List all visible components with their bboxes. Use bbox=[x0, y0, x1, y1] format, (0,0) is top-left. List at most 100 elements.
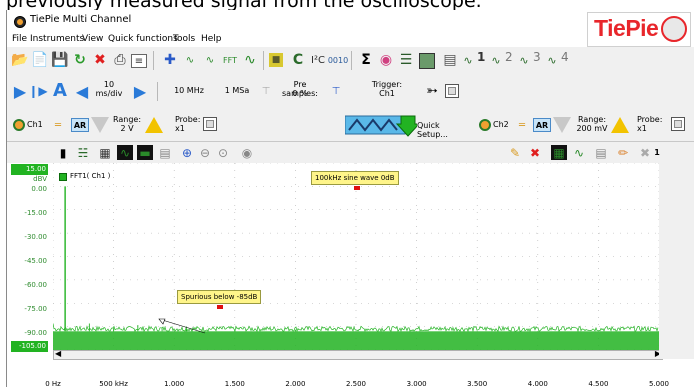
display-mode-3-icon[interactable]: ▤ bbox=[157, 145, 173, 160]
play-icon[interactable]: ▶ bbox=[11, 82, 29, 101]
ch1-autorange-button[interactable]: AR bbox=[71, 118, 89, 132]
display4-icon[interactable]: ∿ bbox=[515, 51, 533, 69]
noise-floor-line bbox=[53, 323, 659, 333]
graph-count: 1 bbox=[654, 148, 660, 157]
quick-setup-button[interactable]: Quick Setup... bbox=[345, 112, 465, 139]
refresh-icon[interactable]: ↻ bbox=[71, 51, 89, 69]
ch2-probe-value[interactable]: x1 bbox=[637, 124, 665, 133]
save-icon[interactable]: 💾 bbox=[51, 51, 69, 69]
horizontal-scrollbar[interactable]: ◀ ▶ bbox=[53, 349, 663, 360]
ch1-probe-value[interactable]: x1 bbox=[175, 124, 203, 133]
x-label-9: 4.500 MHz bbox=[588, 380, 609, 387]
i2c-icon[interactable]: I²C bbox=[309, 51, 327, 69]
ch2-range-down-icon[interactable] bbox=[553, 117, 571, 133]
comment-icon[interactable]: ✎ bbox=[507, 145, 523, 160]
y-label-3: -45.00 bbox=[24, 257, 47, 265]
display-mode-1-icon[interactable]: ∿ bbox=[117, 145, 133, 160]
menu-quick-functions[interactable]: Quick functions bbox=[108, 34, 178, 44]
ch2-coupling-icon[interactable]: ═ bbox=[513, 116, 531, 134]
ch2-settings-icon[interactable] bbox=[671, 117, 685, 131]
spur-pointer-arrow-icon bbox=[158, 318, 166, 325]
delete-comment-icon[interactable]: ✖ bbox=[527, 145, 543, 160]
display3-icon[interactable]: ∿ bbox=[487, 51, 505, 69]
menu-instruments[interactable]: Instruments bbox=[30, 34, 84, 44]
grid-icon[interactable] bbox=[419, 53, 435, 69]
annotation-spurious[interactable]: Spurious below -85dB bbox=[177, 290, 262, 304]
display1-icon[interactable]: ▤ bbox=[441, 51, 459, 69]
ch1-range-down-icon[interactable] bbox=[91, 117, 109, 133]
fft-icon[interactable]: FFT bbox=[221, 51, 239, 69]
properties-icon[interactable]: ≡ bbox=[131, 54, 147, 68]
zoom-in-icon[interactable]: ⊕ bbox=[179, 145, 195, 160]
trigger-source[interactable]: Ch1 bbox=[367, 89, 407, 98]
open-folder-icon[interactable]: 📂 bbox=[11, 51, 29, 69]
view-eye-icon[interactable]: ◉ bbox=[239, 145, 255, 160]
calc-icon[interactable]: ■ bbox=[269, 53, 283, 67]
y-unit: dBV bbox=[33, 175, 47, 183]
print-icon[interactable]: ⎙ bbox=[111, 51, 129, 69]
pre-samples-value[interactable]: 0 % bbox=[275, 89, 325, 98]
ch1-range-value[interactable]: 2 V bbox=[111, 124, 143, 133]
meter-icon[interactable]: ∿ bbox=[241, 51, 259, 69]
timebase-increase-icon[interactable]: ▶ bbox=[131, 82, 149, 101]
ch2-autorange-button[interactable]: AR bbox=[533, 118, 551, 132]
grid-view-icon[interactable]: ▦ bbox=[97, 145, 113, 160]
trigger-settings-icon[interactable] bbox=[445, 84, 459, 98]
y-t-icon[interactable]: ∿ bbox=[181, 51, 199, 69]
display2-icon[interactable]: ∿ bbox=[459, 51, 477, 69]
ch1-indicator-icon[interactable] bbox=[13, 119, 25, 131]
screen-icon[interactable]: ▦ bbox=[551, 145, 567, 160]
serial-icon[interactable]: 0010 bbox=[328, 51, 348, 69]
menu-file[interactable]: File bbox=[12, 34, 27, 44]
display-number-3: 3 bbox=[533, 50, 541, 64]
close-graph-icon[interactable]: ✖ bbox=[637, 145, 653, 160]
ch2-range-value[interactable]: 200 mV bbox=[573, 124, 611, 133]
open-file-icon[interactable]: 📄 bbox=[31, 51, 49, 69]
zoom-fit-icon[interactable]: ⊙ bbox=[215, 145, 231, 160]
ch1-probe-label: Probe: bbox=[175, 115, 201, 124]
ch1-range-up-icon[interactable] bbox=[145, 117, 163, 133]
pre-samples-icon[interactable]: ⊤ bbox=[327, 82, 345, 100]
step-icon[interactable]: ❙▶ bbox=[28, 82, 47, 100]
annotation-spurious-marker bbox=[217, 305, 223, 309]
bars-icon[interactable]: ▮ bbox=[55, 145, 71, 160]
colors-icon[interactable]: ◉ bbox=[377, 51, 395, 69]
menu-help[interactable]: Help bbox=[201, 34, 222, 44]
y-bottom-value[interactable]: -105.00 bbox=[11, 341, 48, 352]
delete-icon[interactable]: ✖ bbox=[91, 51, 109, 69]
ch2-indicator-icon[interactable] bbox=[479, 119, 491, 131]
pencil-icon[interactable]: ✏ bbox=[615, 145, 631, 160]
spectrum-plot[interactable] bbox=[53, 163, 659, 350]
timebase-decrease-icon[interactable]: ◀ bbox=[73, 82, 91, 101]
trigger-edge-icon[interactable]: ➳ bbox=[423, 82, 441, 100]
ch1-coupling-icon[interactable]: ═ bbox=[49, 116, 67, 134]
display5-icon[interactable]: ∿ bbox=[543, 51, 561, 69]
x-label-8: 4.000 MHz bbox=[527, 380, 548, 387]
xy-icon[interactable]: ∿ bbox=[201, 51, 219, 69]
scroll-left-icon[interactable]: ◀ bbox=[55, 349, 61, 358]
logo-circle-icon bbox=[661, 16, 687, 42]
menu-view[interactable]: View bbox=[82, 34, 103, 44]
record-length[interactable]: 1 MSa bbox=[219, 86, 255, 95]
menu-tools[interactable]: Tools bbox=[173, 34, 195, 44]
y-label-0: 0.00 bbox=[31, 185, 47, 193]
auto-icon[interactable]: A bbox=[51, 80, 69, 101]
add-channel-icon[interactable]: ✚ bbox=[161, 51, 179, 69]
cursor-icon[interactable]: ☵ bbox=[75, 145, 91, 160]
ch2-range-up-icon[interactable] bbox=[611, 117, 629, 133]
measure-icon[interactable]: ∿ bbox=[571, 145, 587, 160]
x-label-1: 500 kHz bbox=[99, 380, 128, 387]
annotation-main[interactable]: 100kHz sine wave 0dB bbox=[311, 171, 399, 185]
x-label-10: 5.000 MHz bbox=[648, 380, 670, 387]
zoom-out-icon[interactable]: ⊖ bbox=[197, 145, 213, 160]
y-top-value[interactable]: 15.00 bbox=[11, 164, 48, 175]
ch1-settings-icon[interactable] bbox=[203, 117, 217, 131]
sigma-icon[interactable]: Σ bbox=[357, 51, 375, 69]
legend-swatch bbox=[59, 173, 67, 181]
export-icon[interactable]: ▤ bbox=[593, 145, 609, 160]
display-mode-2-icon[interactable]: ▬ bbox=[137, 145, 153, 160]
sample-frequency[interactable]: 10 MHz bbox=[169, 86, 209, 95]
ch1-range-label: Range: bbox=[112, 115, 142, 124]
list-icon[interactable]: ☰ bbox=[397, 51, 415, 69]
c-icon[interactable]: C bbox=[289, 51, 307, 69]
